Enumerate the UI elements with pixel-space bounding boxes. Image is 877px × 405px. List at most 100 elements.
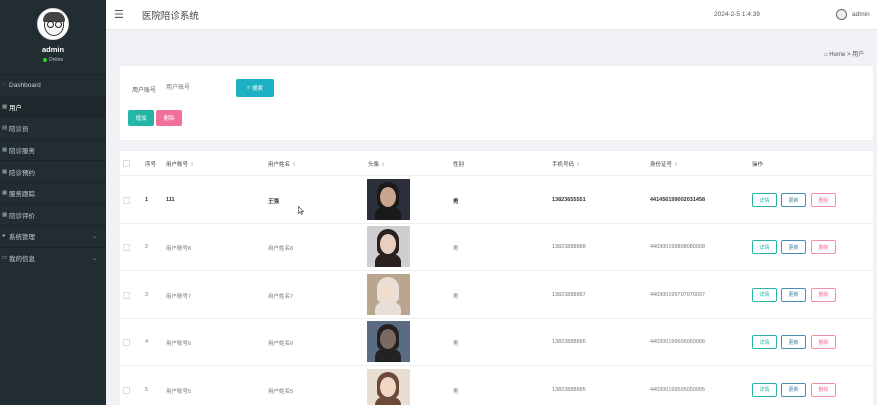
header-datetime: 2024-2-5 1:4:39 [714, 11, 760, 18]
app-title: 医院陪诊系统 [141, 10, 199, 22]
header-user-menu[interactable]: admin [836, 9, 870, 20]
detail-button[interactable]: 详情 [752, 335, 777, 350]
avatar-photo [367, 321, 410, 363]
cell-account: 用户账号6 [166, 341, 192, 348]
chevron-down-icon: ⌄ [91, 255, 97, 262]
search-input[interactable] [160, 79, 227, 96]
sidebar-item[interactable]: ▤ 陪诊员 [0, 117, 106, 139]
delete-button[interactable]: 删除 [811, 287, 836, 302]
search-panel: 用户账号 ⌕ 搜索 增加 删除 [119, 65, 874, 141]
edit-button[interactable]: 更新 [781, 193, 806, 207]
breadcrumb-current: 用户 [852, 52, 865, 58]
row-checkbox[interactable] [123, 197, 130, 204]
delete-button[interactable]: 删除 [811, 240, 836, 255]
sidebar-item[interactable]: ◌ Dashboard [0, 74, 106, 96]
grid-icon: ▦ [2, 211, 8, 218]
cell-index: 5 [145, 386, 149, 393]
column-header-label: 用户姓名 [268, 162, 291, 168]
cell-index: 2 [145, 244, 149, 251]
cell-gender: 男 [453, 293, 459, 300]
grid-icon: ▦ [2, 147, 8, 154]
sidebar-item[interactable]: ▦ 服务跟踪 [0, 181, 106, 204]
edit-button[interactable]: 更新 [781, 240, 806, 255]
sidebar-item-label: 系统管理 [9, 234, 35, 242]
sidebar-item[interactable]: ▦ 陪诊评价 [0, 203, 106, 226]
cell-index: 3 [145, 291, 149, 298]
sort-icon[interactable]: ⇕ [381, 162, 385, 168]
delete-button[interactable]: 删除 [811, 382, 836, 397]
detail-button[interactable]: 详情 [752, 193, 777, 207]
column-header-label: 序号 [145, 162, 157, 168]
sidebar-item[interactable]: ▦ 用户 [0, 95, 106, 118]
sidebar-item[interactable]: ▭ 我的信息 ⌄ [0, 246, 106, 269]
breadcrumb: ⌂ Home > 用户 [824, 49, 864, 58]
sort-icon[interactable]: ⇕ [674, 162, 678, 168]
table-row: 3 用户账号7 用户姓名7 男 13823888887 44030019970707000… [120, 272, 873, 319]
row-checkbox[interactable] [123, 244, 130, 252]
user-panel: admin Online [0, 0, 106, 74]
mouse-cursor-icon [298, 206, 304, 215]
row-checkbox[interactable] [123, 339, 130, 347]
top-header: ☰ 医院陪诊系统 2024-2-5 1:4:39 admin [106, 0, 877, 30]
cell-index: 1 [145, 197, 149, 203]
header-user-name: admin [852, 11, 870, 18]
sidebar-user-name: admin [41, 45, 65, 54]
row-checkbox[interactable] [123, 291, 130, 299]
column-header-label: 用户账号 [166, 162, 189, 168]
cell-name: 王强 [268, 199, 280, 205]
edit-button[interactable]: 更新 [781, 335, 806, 350]
sidebar-item[interactable]: ▦ 陪诊服务 [0, 138, 106, 161]
batch-delete-button[interactable]: 删除 [156, 110, 182, 126]
sidebar-item[interactable]: ● 系统管理 ⌄ [0, 225, 106, 247]
cell-gender: 男 [453, 199, 459, 205]
online-dot-icon [42, 57, 47, 62]
detail-button[interactable]: 详情 [752, 240, 777, 255]
breadcrumb-home[interactable]: Home [829, 52, 845, 58]
home-icon: ⌂ [824, 52, 828, 58]
column-header[interactable]: 用户姓名 ⇕ [268, 160, 296, 168]
status-indicator: Online [0, 57, 106, 63]
sidebar-item[interactable]: ▦ 陪诊预约 [0, 160, 106, 182]
cell-id-card: 440300199606060006 [650, 339, 706, 346]
edit-button[interactable]: 更新 [781, 287, 806, 302]
sort-icon[interactable]: ⇕ [292, 162, 296, 168]
column-header[interactable]: 用户账号 ⇕ [166, 160, 194, 168]
user-icon: ● [2, 233, 6, 240]
sidebar-item-label: 我的信息 [9, 256, 35, 264]
user-table: 序号 用户账号 ⇕ 用户姓名 ⇕ 头像 ⇕ 性别 手机号码 ⇕ 身份证号 ⇕ 操作 1 111 王强男 138… [119, 150, 874, 405]
detail-button[interactable]: 详情 [752, 382, 777, 397]
column-header-label: 性别 [453, 162, 465, 168]
edit-button[interactable]: 更新 [781, 382, 806, 397]
delete-button[interactable]: 删除 [811, 335, 836, 350]
column-header[interactable]: 手机号码 ⇕ [552, 160, 580, 168]
cell-phone: 13823655551 [552, 197, 586, 203]
row-checkbox[interactable] [123, 386, 130, 394]
sidebar-item-label: 陪诊服务 [9, 148, 35, 156]
column-header-label: 操作 [752, 162, 764, 168]
sidebar-menu: ◌ Dashboard ▦ 用户 ▤ 陪诊员 ▦ 陪诊服务 ▦ 陪诊预约 ▦ 服务跟踪 ▦ 陪诊评价 ● 系统… [0, 74, 106, 268]
header-avatar [836, 9, 847, 20]
column-header[interactable]: 身份证号 ⇕ [650, 160, 678, 168]
cell-phone: 13823888888 [552, 244, 586, 251]
table-row: 4 用户账号6 用户姓名6 男 13823888886 44030019960606000… [120, 319, 873, 367]
column-header[interactable]: 头像 ⇕ [368, 160, 385, 168]
cell-id-card: 441456199002031458 [650, 197, 706, 203]
menu-toggle-icon[interactable]: ☰ [114, 8, 124, 21]
sort-icon[interactable]: ⇕ [576, 162, 580, 168]
sidebar-item-label: 服务跟踪 [9, 191, 35, 199]
select-all-checkbox[interactable] [123, 160, 130, 167]
add-button[interactable]: 增加 [128, 110, 154, 126]
sort-icon[interactable]: ⇕ [190, 162, 194, 168]
table-row: 2 用户账号8 用户姓名8 男 13823888888 44030019980808000… [120, 224, 873, 272]
cell-phone: 13823888887 [552, 291, 586, 298]
search-button[interactable]: ⌕ 搜索 [236, 79, 274, 97]
column-header-label: 身份证号 [650, 162, 673, 168]
detail-button[interactable]: 详情 [752, 287, 777, 302]
delete-button[interactable]: 删除 [811, 193, 836, 207]
cell-name: 用户姓名6 [268, 341, 294, 348]
search-icon: ⌕ [246, 84, 251, 91]
column-header: 操作 [752, 160, 763, 168]
sidebar-item-label: 用户 [9, 104, 22, 112]
table-row: 5 用户账号5 用户姓名5 男 13823888885 44030019950505000… [120, 367, 873, 405]
sidebar-item-label: 陪诊员 [9, 126, 29, 134]
